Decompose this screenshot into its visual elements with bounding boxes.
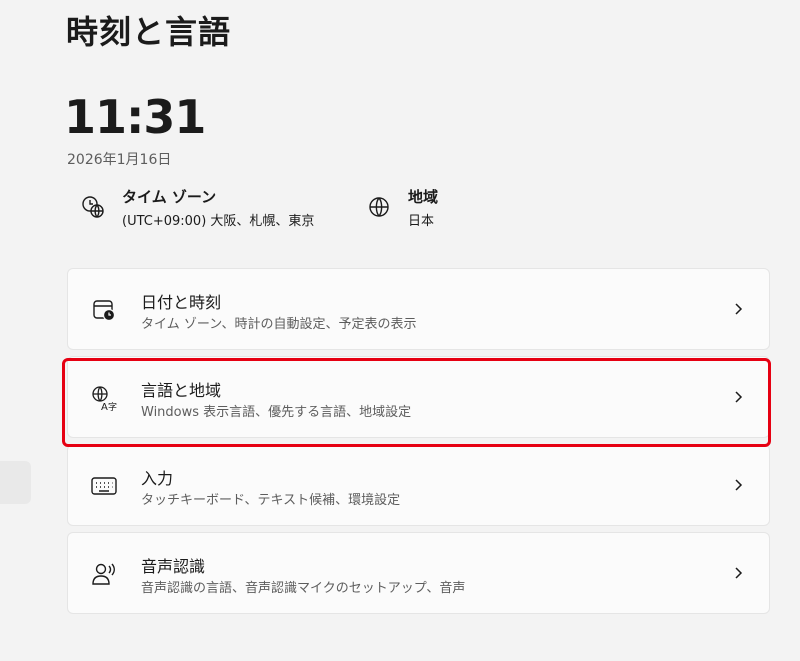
settings-page: 時刻と言語 11:31 2026年1月16日 タイム ゾーン (UTC+09:0… bbox=[0, 0, 800, 661]
card-language-region[interactable]: A 字 言語と地域 Windows 表示言語、優先する言語、地域設定 bbox=[67, 356, 770, 438]
timezone-info: タイム ゾーン (UTC+09:00) 大阪、札幌、東京 bbox=[78, 186, 314, 232]
card-subtitle: Windows 表示言語、優先する言語、地域設定 bbox=[141, 405, 412, 420]
keyboard-icon bbox=[88, 470, 120, 502]
card-date-time[interactable]: 日付と時刻 タイム ゾーン、時計の自動設定、予定表の表示 bbox=[67, 268, 770, 350]
current-time: 11:31 bbox=[64, 90, 206, 144]
card-speech[interactable]: 音声認識 音声認識の言語、音声認識マイクのセットアップ、音声 bbox=[67, 532, 770, 614]
card-title: 入力 bbox=[141, 469, 174, 488]
current-date: 2026年1月16日 bbox=[67, 152, 172, 168]
globe-icon bbox=[364, 192, 394, 222]
chevron-right-icon bbox=[729, 563, 749, 583]
card-subtitle: 音声認識の言語、音声認識マイクのセットアップ、音声 bbox=[141, 581, 466, 596]
svg-text:字: 字 bbox=[108, 401, 117, 412]
region-info: 地域 日本 bbox=[364, 186, 438, 232]
card-input[interactable]: 入力 タッチキーボード、テキスト候補、環境設定 bbox=[67, 444, 770, 526]
speech-icon bbox=[88, 558, 120, 590]
nav-selection-stub bbox=[0, 461, 31, 504]
clock-globe-icon bbox=[78, 192, 108, 222]
card-subtitle: タイム ゾーン、時計の自動設定、予定表の表示 bbox=[141, 317, 417, 332]
region-label: 地域 bbox=[408, 188, 439, 206]
card-subtitle: タッチキーボード、テキスト候補、環境設定 bbox=[141, 493, 401, 508]
card-title: 音声認識 bbox=[141, 557, 206, 576]
card-title: 言語と地域 bbox=[141, 381, 222, 400]
calendar-clock-icon bbox=[88, 294, 120, 326]
svg-text:A: A bbox=[101, 402, 108, 412]
language-icon: A 字 bbox=[88, 382, 120, 414]
card-title: 日付と時刻 bbox=[141, 293, 222, 312]
settings-list: 日付と時刻 タイム ゾーン、時計の自動設定、予定表の表示 A 字 言語と地域 W… bbox=[67, 268, 770, 620]
page-title: 時刻と言語 bbox=[66, 13, 232, 51]
region-value: 日本 bbox=[408, 214, 435, 229]
timezone-label: タイム ゾーン bbox=[122, 188, 217, 206]
chevron-right-icon bbox=[729, 387, 749, 407]
chevron-right-icon bbox=[729, 299, 749, 319]
chevron-right-icon bbox=[729, 475, 749, 495]
timezone-value: (UTC+09:00) 大阪、札幌、東京 bbox=[122, 214, 315, 229]
